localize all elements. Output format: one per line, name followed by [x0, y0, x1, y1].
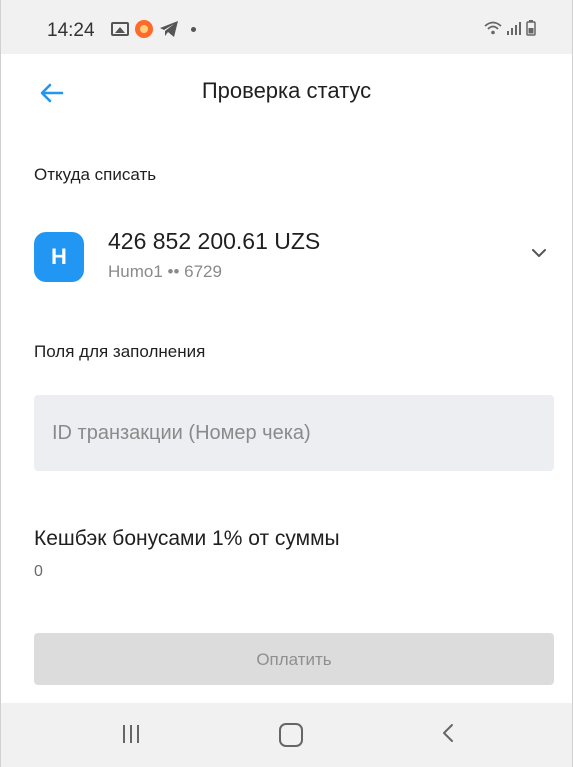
page-title: Проверка статус	[201, 78, 372, 103]
status-time: 14:24	[47, 20, 95, 41]
source-section-label: Откуда списать	[34, 165, 157, 184]
source-account-selector[interactable]: H 426 852 200.61 UZS Humo1 •• 6729	[34, 220, 554, 292]
telegram-icon	[160, 21, 178, 37]
transaction-id-field	[34, 395, 554, 471]
account-balance: 426 852 200.61 UZS	[108, 228, 321, 254]
cashback-label: Кешбэк бонусами 1% от суммы	[34, 527, 340, 550]
app-header: Проверка статус	[1, 62, 572, 122]
humo-logo-letter: H	[51, 244, 67, 269]
system-nav-bar	[1, 703, 572, 767]
app-screen: 14:24 Проверка статус Откуда списать H 4…	[0, 0, 573, 767]
cashback-value: 0	[34, 563, 43, 580]
system-icons	[484, 20, 536, 36]
status-bar: 14:24	[1, 0, 572, 54]
pay-button[interactable]: Оплатить	[34, 633, 554, 685]
gallery-icon	[111, 22, 129, 36]
chevron-down-icon	[532, 249, 546, 257]
wifi-icon	[484, 21, 502, 35]
app-notification-icon	[135, 20, 153, 38]
battery-icon	[526, 20, 536, 36]
more-notifications-dot-icon	[191, 26, 196, 32]
transaction-id-input[interactable]	[34, 395, 554, 471]
fields-section-label: Поля для заполнения	[34, 342, 206, 361]
humo-logo: H	[34, 232, 84, 282]
nav-back-icon[interactable]	[437, 721, 461, 745]
home-icon[interactable]	[279, 723, 303, 747]
account-card-number: Humo1 •• 6729	[108, 262, 222, 281]
signal-icon	[507, 22, 521, 35]
recent-apps-icon[interactable]	[123, 725, 139, 743]
notification-icons	[111, 20, 196, 38]
